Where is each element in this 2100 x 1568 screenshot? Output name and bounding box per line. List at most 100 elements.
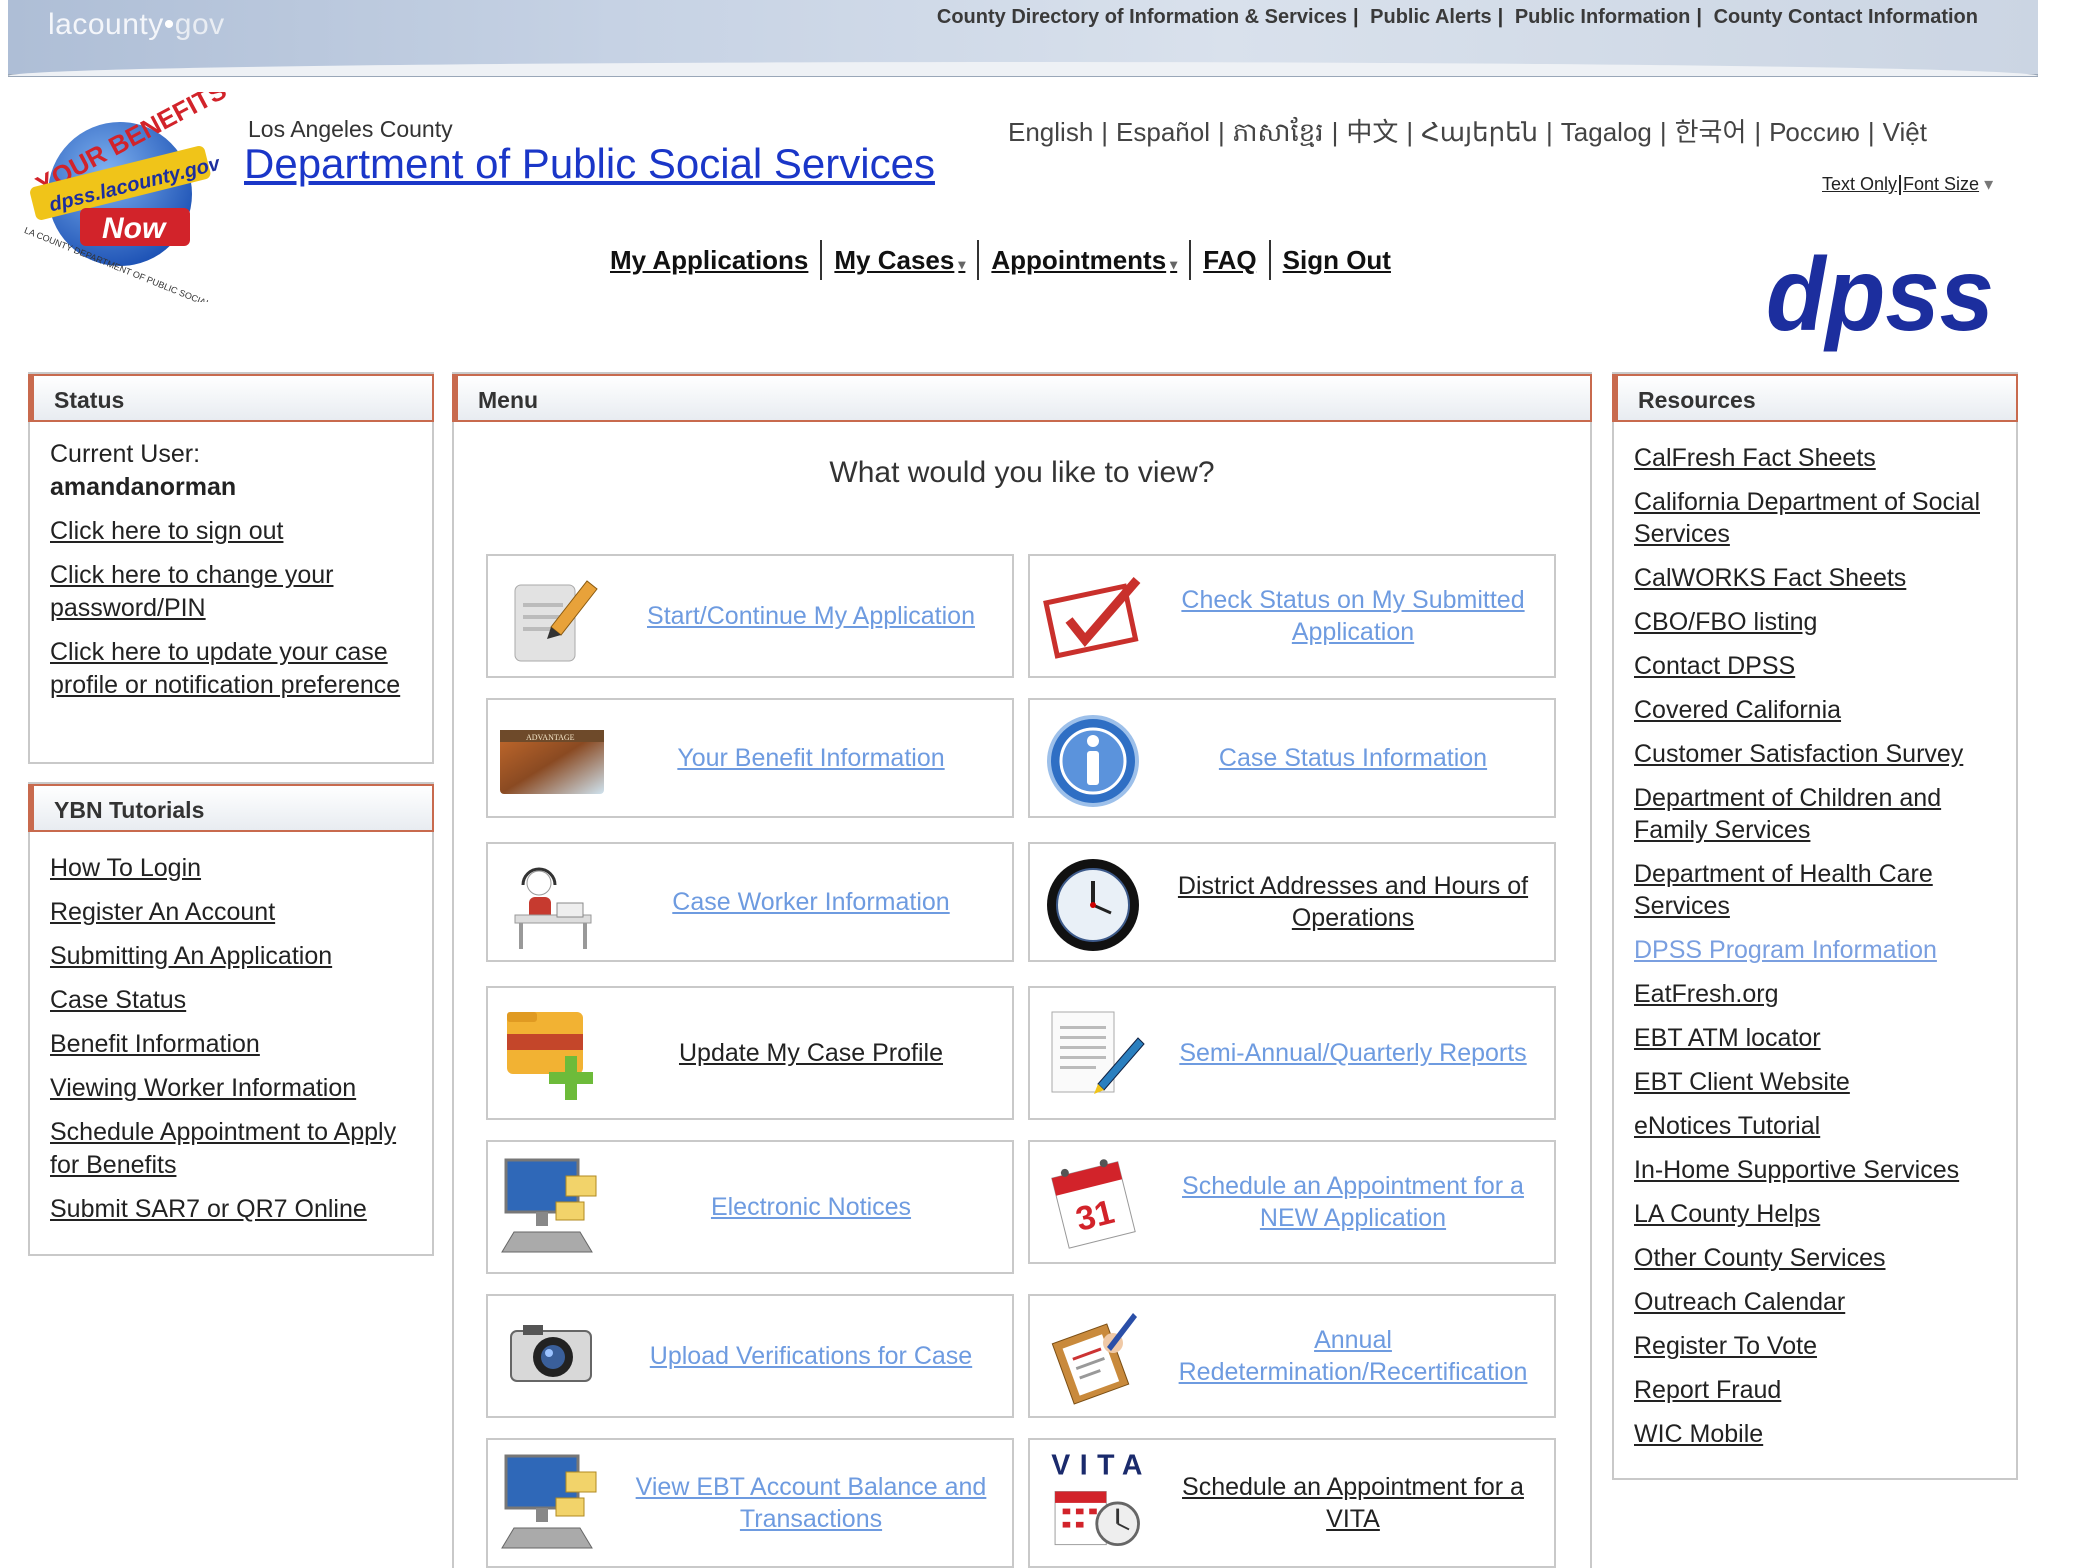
menu-tile[interactable]: Check Status on My Submitted Application: [1028, 554, 1556, 678]
menu-tile[interactable]: VITA Schedule an Appointment for a VITA: [1028, 1438, 1556, 1568]
status-panel: Status Current User: amandanorman Click h…: [28, 372, 434, 764]
tile-link[interactable]: District Addresses and Hours of Operatio…: [1160, 870, 1546, 934]
lang-chinese[interactable]: 中文: [1346, 117, 1398, 147]
menu-tile[interactable]: Semi-Annual/Quarterly Reports: [1028, 986, 1556, 1120]
resource-link[interactable]: Outreach Calendar: [1634, 1288, 1845, 1316]
tutorial-link[interactable]: Submit SAR7 or QR7 Online: [50, 1195, 367, 1223]
resource-link[interactable]: EatFresh.org: [1634, 980, 1779, 1008]
tutorial-link[interactable]: Viewing Worker Information: [50, 1074, 356, 1102]
nav-sign-out[interactable]: Sign Out: [1271, 245, 1403, 276]
menu-tile[interactable]: Annual Redetermination/Recertification: [1028, 1294, 1556, 1418]
lang-tagalog[interactable]: Tagalog: [1561, 117, 1652, 147]
nav-my-cases[interactable]: My Cases ▾: [822, 245, 977, 276]
tutorials-panel: YBN Tutorials How To Login Register An A…: [28, 782, 434, 1256]
menu-tile[interactable]: Case Status Information: [1028, 698, 1556, 818]
tile-link[interactable]: Check Status on My Submitted Application: [1160, 584, 1546, 648]
menu-tile[interactable]: District Addresses and Hours of Operatio…: [1028, 842, 1556, 962]
tutorial-link[interactable]: Schedule Appointment to Apply for Benefi…: [50, 1118, 396, 1179]
resource-link[interactable]: Register To Vote: [1634, 1332, 1817, 1360]
resource-link[interactable]: WIC Mobile: [1634, 1420, 1763, 1448]
tile-link[interactable]: Case Worker Information: [672, 886, 949, 918]
menu-tile[interactable]: Update My Case Profile: [486, 986, 1014, 1120]
lang-vietnamese[interactable]: Việt: [1883, 117, 1927, 147]
tutorial-link[interactable]: Submitting An Application: [50, 942, 332, 970]
tile-link[interactable]: Schedule an Appointment for a NEW Applic…: [1160, 1170, 1546, 1234]
accessibility-options: Text Only Font Size ▾: [1822, 174, 1994, 196]
resource-link[interactable]: DPSS Program Information: [1634, 936, 1937, 964]
clipboard-sign-icon: [1038, 1302, 1148, 1412]
tile-link[interactable]: Your Benefit Information: [677, 742, 944, 774]
lacounty-gov-logo[interactable]: lacounty•gov: [48, 8, 225, 42]
nav-appointments[interactable]: Appointments ▾: [979, 245, 1189, 276]
update-profile-link[interactable]: Click here to update your case profile o…: [50, 638, 400, 699]
lang-english[interactable]: English: [1008, 117, 1093, 147]
sign-out-link[interactable]: Click here to sign out: [50, 517, 283, 545]
resource-link[interactable]: LA County Helps: [1634, 1200, 1820, 1228]
resources-panel: Resources CalFresh Fact Sheets Californi…: [1612, 372, 2018, 1480]
tile-link[interactable]: Electronic Notices: [711, 1191, 911, 1223]
resource-link[interactable]: Covered California: [1634, 696, 1841, 724]
menu-panel: Menu What would you like to view? Start/…: [452, 372, 1592, 1568]
menu-tile[interactable]: View EBT Account Balance and Transaction…: [486, 1438, 1014, 1568]
tile-link[interactable]: View EBT Account Balance and Transaction…: [618, 1471, 1004, 1535]
resource-link[interactable]: California Department of Social Services: [1634, 488, 1980, 548]
chevron-down-icon: ▾: [1984, 174, 1994, 194]
menu-tile[interactable]: Upload Verifications for Case: [486, 1294, 1014, 1418]
la-county-label: Los Angeles County: [248, 116, 453, 142]
font-size-link[interactable]: Font Size: [1903, 174, 1979, 194]
text-only-link[interactable]: Text Only: [1822, 174, 1897, 194]
tile-link[interactable]: Upload Verifications for Case: [650, 1340, 972, 1372]
calendar-icon: 31: [1038, 1148, 1148, 1258]
resource-link[interactable]: eNotices Tutorial: [1634, 1112, 1820, 1140]
tile-link[interactable]: Semi-Annual/Quarterly Reports: [1179, 1037, 1526, 1069]
main-nav: My Applications My Cases ▾ Appointments ▾ …: [598, 240, 1403, 280]
resource-link[interactable]: Contact DPSS: [1634, 652, 1795, 680]
info-icon: [1038, 706, 1148, 816]
your-benefits-now-logo[interactable]: YOUR BENEFITS dpss.lacounty.gov Now LA C…: [10, 92, 232, 302]
resource-link[interactable]: In-Home Supportive Services: [1634, 1156, 1959, 1184]
computer-mail-icon: [496, 1152, 606, 1262]
menu-tile[interactable]: ADVANTAGE Your Benefit Information: [486, 698, 1014, 818]
lang-spanish[interactable]: Español: [1116, 117, 1210, 147]
tutorial-link[interactable]: Register An Account: [50, 898, 275, 926]
resource-link[interactable]: Department of Children and Family Servic…: [1634, 784, 1941, 844]
menu-tile[interactable]: 31 Schedule an Appointment for a NEW App…: [1028, 1140, 1556, 1264]
resource-link[interactable]: Customer Satisfaction Survey: [1634, 740, 1963, 768]
resource-link[interactable]: Report Fraud: [1634, 1376, 1781, 1404]
county-directory-link[interactable]: County Directory of Information & Servic…: [937, 6, 1347, 28]
public-information-link[interactable]: Public Information: [1515, 6, 1691, 28]
resource-link[interactable]: CalWORKS Fact Sheets: [1634, 564, 1906, 592]
resource-link[interactable]: CalFresh Fact Sheets: [1634, 444, 1876, 472]
nav-faq[interactable]: FAQ: [1191, 245, 1268, 276]
tile-link[interactable]: Update My Case Profile: [679, 1037, 943, 1069]
change-password-link[interactable]: Click here to change your password/PIN: [50, 561, 333, 622]
lang-korean[interactable]: 한국어: [1675, 117, 1747, 147]
tutorial-link[interactable]: Benefit Information: [50, 1030, 260, 1058]
tile-link[interactable]: Start/Continue My Application: [647, 600, 975, 632]
resource-link[interactable]: Department of Health Care Services: [1634, 860, 1933, 920]
chevron-down-icon: ▾: [1170, 255, 1178, 272]
county-contact-link[interactable]: County Contact Information: [1714, 6, 1978, 28]
folder-add-icon: [496, 998, 606, 1108]
lang-armenian[interactable]: Հայերեն: [1421, 117, 1538, 147]
tile-link[interactable]: Annual Redetermination/Recertification: [1160, 1324, 1546, 1388]
resource-link[interactable]: Other County Services: [1634, 1244, 1886, 1272]
resource-link[interactable]: EBT Client Website: [1634, 1068, 1850, 1096]
resource-link[interactable]: EBT ATM locator: [1634, 1024, 1821, 1052]
lang-russian[interactable]: Россию: [1769, 117, 1860, 147]
lang-khmer[interactable]: ភាសាខ្មែរ: [1233, 117, 1324, 147]
public-alerts-link[interactable]: Public Alerts: [1370, 6, 1492, 28]
tutorial-link[interactable]: Case Status: [50, 986, 186, 1014]
current-user-label: Current User:: [50, 440, 201, 468]
menu-tile[interactable]: Start/Continue My Application: [486, 554, 1014, 678]
tile-link[interactable]: Schedule an Appointment for a VITA: [1160, 1471, 1546, 1535]
menu-tile[interactable]: Electronic Notices: [486, 1140, 1014, 1274]
dept-title-link[interactable]: Department of Public Social Services: [244, 140, 935, 188]
menu-tile[interactable]: Case Worker Information: [486, 842, 1014, 962]
nav-my-applications[interactable]: My Applications: [598, 245, 820, 276]
tutorial-link[interactable]: How To Login: [50, 854, 201, 882]
pencil-document-icon: [496, 562, 606, 672]
dpss-logo[interactable]: dpss: [1766, 252, 1998, 360]
resource-link[interactable]: CBO/FBO listing: [1634, 608, 1817, 636]
tile-link[interactable]: Case Status Information: [1219, 742, 1487, 774]
